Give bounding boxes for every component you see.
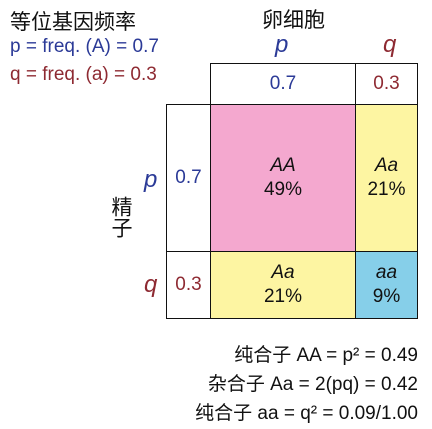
cell-aa: aa 9% (355, 251, 418, 319)
sperm-p-value: 0.7 (175, 167, 202, 188)
cell-aa-genotype: aa (375, 262, 398, 283)
cell-Aa-bottom: Aa 21% (210, 251, 356, 319)
cell-Aa-bottom-genotype: Aa (271, 262, 295, 283)
sperm-q-allele: q (144, 271, 158, 298)
cell-Aa-top: Aa 21% (355, 104, 418, 252)
sperm-p-allele: p (144, 166, 158, 193)
p-frequency-line: p = freq. (A) = 0.7 (10, 36, 159, 57)
sperm-q-value: 0.3 (175, 274, 202, 295)
egg-p-allele: p (275, 31, 289, 58)
cell-Aa-top-percent: 21% (367, 179, 406, 200)
egg-q-allele: q (383, 31, 397, 58)
egg-q-value-box: 0.3 (355, 63, 418, 105)
egg-p-value-box: 0.7 (210, 63, 356, 105)
egg-q-value: 0.3 (373, 73, 400, 94)
q-frequency-line: q = freq. (a) = 0.3 (10, 64, 157, 85)
cell-aa-percent: 9% (372, 286, 401, 307)
sperm-label: 精子 (109, 196, 132, 238)
egg-p-value: 0.7 (269, 73, 297, 94)
homozygous-AA-equation: 纯合子 AA = p² = 0.49 (234, 345, 418, 366)
cell-AA-genotype: AA (270, 155, 296, 176)
homozygous-aa-equation: 纯合子 aa = q² = 0.09/1.00 (195, 403, 418, 424)
cell-AA: AA 49% (210, 104, 356, 252)
sperm-p-value-box: 0.7 (166, 104, 211, 252)
cell-Aa-top-genotype: Aa (374, 155, 399, 176)
eggs-label: 卵细胞 (262, 9, 325, 32)
cell-Aa-bottom-percent: 21% (263, 286, 303, 307)
allele-frequency-title: 等位基因频率 (10, 11, 136, 34)
sperm-q-value-box: 0.3 (166, 251, 211, 319)
cell-AA-percent: 49% (263, 179, 303, 200)
heterozygous-Aa-equation: 杂合子 Aa = 2(pq) = 0.42 (207, 374, 418, 395)
